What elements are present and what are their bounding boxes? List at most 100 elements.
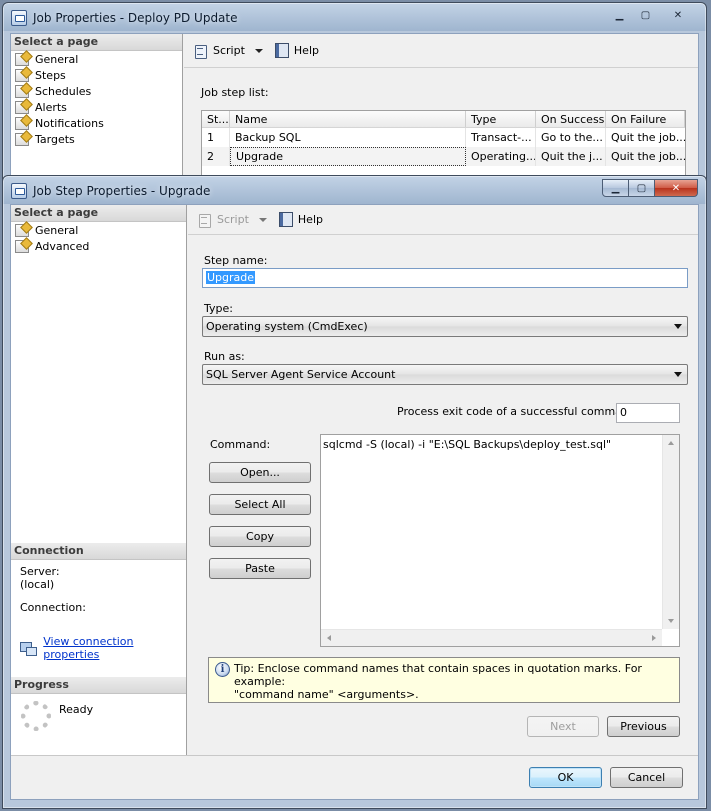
command-vertical-scrollbar[interactable]: [662, 435, 679, 629]
tip-line-2: "command name" <arguments>.: [234, 688, 419, 701]
page-icon: [15, 116, 29, 130]
cell-type: Transact-...: [466, 128, 536, 147]
info-icon: i: [215, 662, 230, 677]
column-header-step[interactable]: St...: [202, 111, 230, 127]
page-icon: [15, 100, 29, 114]
connection-header: Connection: [11, 543, 186, 560]
page-item-notifications[interactable]: Notifications: [11, 115, 182, 131]
page-item-schedules[interactable]: Schedules: [11, 83, 182, 99]
step-name-value: Upgrade: [206, 271, 256, 284]
server-value: (local): [20, 578, 55, 591]
close-button[interactable]: ✕: [658, 6, 698, 24]
minimize-button[interactable]: ▁: [606, 6, 633, 24]
command-horizontal-scrollbar[interactable]: [321, 629, 662, 646]
script-button[interactable]: Script: [190, 41, 249, 61]
scroll-down-icon[interactable]: [668, 619, 674, 623]
script-dropdown-icon[interactable]: [254, 48, 263, 53]
chevron-down-icon: [674, 324, 682, 329]
column-header-type[interactable]: Type: [466, 111, 536, 127]
script-icon: [194, 44, 208, 59]
page-icon: [15, 84, 29, 98]
tip-text: Tip: Enclose command names that contain …: [234, 662, 673, 701]
view-connection-properties-link[interactable]: View connection properties: [43, 635, 186, 661]
minimize-icon: ▁: [615, 9, 624, 21]
caption-buttons: ▁ ▢ ✕: [607, 6, 698, 24]
page-icon: [15, 68, 29, 82]
view-connection-properties[interactable]: View connection properties: [20, 635, 186, 661]
page-item-advanced[interactable]: Advanced: [11, 238, 186, 254]
exit-code-value: 0: [620, 406, 627, 419]
grid-header-row: St... Name Type On Success On Failure: [202, 111, 685, 128]
job-step-client: Select a page General Advanced Connectio…: [10, 204, 699, 800]
select-all-button[interactable]: Select All: [209, 494, 311, 515]
type-select[interactable]: Operating system (CmdExec): [202, 316, 688, 337]
column-header-on-failure[interactable]: On Failure: [606, 111, 685, 127]
paste-button[interactable]: Paste: [209, 558, 311, 579]
table-row[interactable]: 1 Backup SQL Transact-... Go to the... Q…: [202, 128, 685, 147]
help-button[interactable]: Help: [271, 41, 323, 61]
step-name-label: Step name:: [204, 254, 268, 267]
job-page-selector: Select a page General Steps Schedules Al…: [11, 34, 183, 186]
cell-step: 2: [202, 147, 230, 166]
help-button[interactable]: Help: [275, 210, 327, 230]
copy-button[interactable]: Copy: [209, 526, 311, 547]
window-title: Job Properties - Deploy PD Update: [33, 11, 238, 25]
open-button[interactable]: Open...: [209, 462, 311, 483]
maximize-icon: ▢: [636, 182, 647, 194]
next-button[interactable]: Next: [527, 716, 599, 737]
cell-on-failure: Quit the job...: [611, 150, 685, 163]
progress-header: Progress: [11, 677, 186, 694]
column-header-name[interactable]: Name: [230, 111, 466, 127]
caption-buttons: ▁ ▢ ✕: [602, 179, 698, 197]
previous-button[interactable]: Previous: [607, 716, 680, 737]
sql-agent-job-icon: [11, 183, 27, 199]
help-icon: [274, 43, 289, 58]
job-properties-client: Select a page General Steps Schedules Al…: [10, 33, 699, 190]
connection-properties-icon: [20, 641, 38, 656]
minimize-icon: ▁: [611, 182, 620, 194]
tip-box: i Tip: Enclose command names that contai…: [208, 657, 680, 703]
job-properties-titlebar[interactable]: Job Properties - Deploy PD Update ▁ ▢ ✕: [3, 3, 706, 33]
script-dropdown-icon[interactable]: [258, 217, 267, 222]
page-item-alerts[interactable]: Alerts: [11, 99, 182, 115]
step-page-selector: Select a page General Advanced Connectio…: [11, 205, 187, 799]
close-button[interactable]: ✕: [654, 179, 698, 197]
job-main-area: Script Help Job step list: St... Name Ty…: [184, 34, 698, 190]
sql-agent-job-icon: [11, 10, 27, 26]
table-row[interactable]: 2 Upgrade Operating... Quit the j... Qui…: [202, 147, 685, 166]
step-name-input[interactable]: Upgrade: [202, 268, 688, 288]
run-as-label: Run as:: [204, 350, 245, 363]
close-icon: ✕: [671, 182, 681, 194]
page-item-targets[interactable]: Targets: [11, 131, 182, 147]
scroll-left-icon[interactable]: [327, 635, 331, 641]
page-icon: [15, 52, 29, 66]
window-title: Job Step Properties - Upgrade: [33, 184, 211, 198]
run-as-select-value: SQL Server Agent Service Account: [206, 368, 396, 381]
run-as-select[interactable]: SQL Server Agent Service Account: [202, 364, 688, 385]
server-label: Server:: [20, 565, 60, 578]
page-icon: [15, 132, 29, 146]
ok-button[interactable]: OK: [529, 767, 602, 788]
job-properties-window: Job Properties - Deploy PD Update ▁ ▢ ✕ …: [2, 2, 707, 190]
step-toolbar: Script Help: [188, 205, 698, 235]
column-header-on-success[interactable]: On Success: [536, 111, 606, 127]
cancel-button[interactable]: Cancel: [610, 767, 683, 788]
job-step-titlebar[interactable]: Job Step Properties - Upgrade ▁ ▢ ✕: [3, 176, 706, 206]
maximize-button[interactable]: ▢: [628, 179, 655, 197]
script-button[interactable]: Script: [194, 210, 253, 230]
cell-on-success: Go to the...: [536, 128, 606, 147]
maximize-button[interactable]: ▢: [632, 6, 659, 24]
page-item-steps[interactable]: Steps: [11, 67, 182, 83]
command-textarea[interactable]: sqlcmd -S (local) -i "E:\SQL Backups\dep…: [320, 434, 680, 647]
cell-name: Upgrade: [230, 147, 466, 166]
connection-label: Connection:: [20, 601, 86, 614]
minimize-button[interactable]: ▁: [602, 179, 629, 197]
step-main-area: Script Help Step name: Upgrade Type: Ope…: [188, 205, 698, 799]
exit-code-input[interactable]: 0: [616, 403, 680, 423]
script-icon: [198, 213, 212, 228]
page-icon: [15, 239, 29, 253]
page-item-general[interactable]: General: [11, 222, 186, 238]
scroll-right-icon[interactable]: [652, 635, 656, 641]
scroll-up-icon[interactable]: [668, 441, 674, 445]
page-item-general[interactable]: General: [11, 51, 182, 67]
